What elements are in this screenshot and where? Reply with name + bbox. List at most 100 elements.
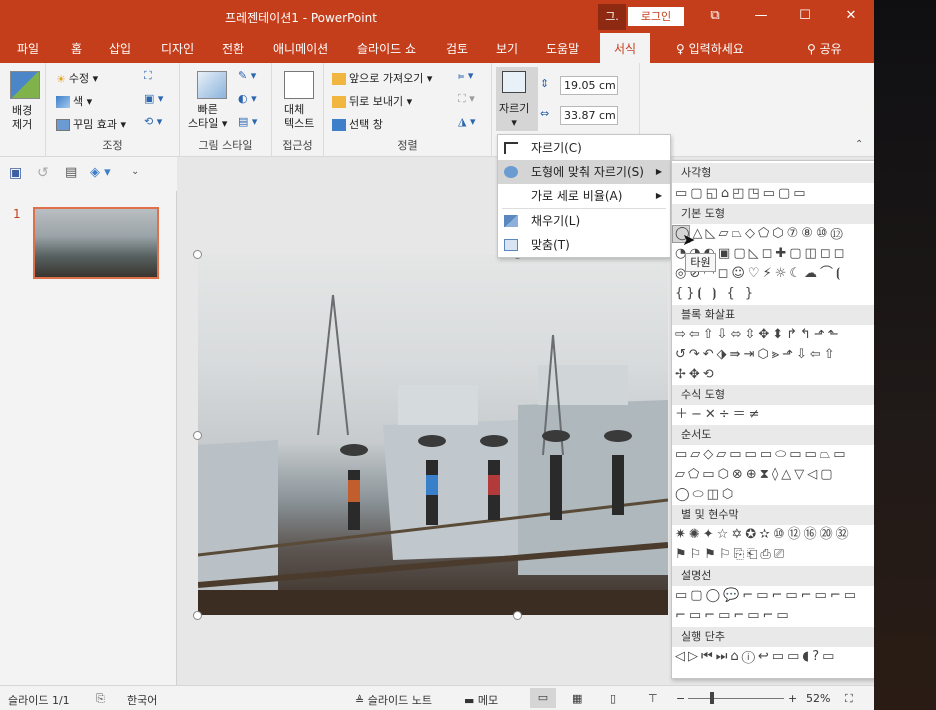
menu-fit[interactable]: 맞춤(T) bbox=[498, 233, 670, 257]
zoom-slider-thumb[interactable] bbox=[710, 692, 714, 704]
slide-number: 1 bbox=[13, 207, 21, 221]
slideshow-view-icon[interactable]: ⊤ bbox=[648, 692, 658, 705]
zoom-slider-track[interactable] bbox=[688, 698, 784, 699]
slide-counter: 슬라이드 1/1 bbox=[8, 694, 70, 707]
crop-icon bbox=[504, 142, 518, 154]
undo-icon[interactable]: ↺ bbox=[37, 165, 49, 181]
tab-transitions[interactable]: 전환 bbox=[222, 40, 244, 57]
picture-layout-icon[interactable]: ▤ ▾ bbox=[238, 115, 257, 128]
selection-pane-button[interactable]: 선택 창 bbox=[332, 116, 383, 132]
quick-styles-button[interactable]: 빠른 스타일 ▾ bbox=[188, 103, 227, 131]
shape-row-flow-2[interactable]: ▱⬠▭⬡⊗⊕⧗◊△▽◁▢ bbox=[675, 466, 836, 484]
shape-row-arrows-3[interactable]: ✢✥⟲ bbox=[675, 366, 717, 384]
notes-label: 슬라이드 노트 bbox=[367, 694, 432, 707]
artistic-effects-button[interactable]: 꾸밈 효과 ▾ bbox=[56, 116, 126, 132]
tab-review[interactable]: 검토 bbox=[446, 40, 468, 57]
shape-row-stars-2[interactable]: ⚑⚐⚑⚐⎘⎗⎙⎚ bbox=[675, 546, 787, 564]
remove-background-button[interactable]: 배경 제거 bbox=[12, 104, 32, 132]
tab-help[interactable]: 도움말 bbox=[546, 40, 579, 57]
tab-insert[interactable]: 삽입 bbox=[109, 40, 131, 57]
group-picture-styles-label: 그림 스타일 bbox=[198, 139, 253, 152]
shape-row-arrows-1[interactable]: ⇨⇦⇧⇩⬄⇳✥⬍↱↰⬏⬑ bbox=[675, 326, 842, 344]
crop-button[interactable]: 자르기 ▾ bbox=[499, 102, 529, 130]
shape-row-actions[interactable]: ◁▷⏮⏭⌂ⓘ↩▭▭◖?▭ bbox=[675, 648, 837, 666]
shape-row-flow-1[interactable]: ▭▱◇▱▭▭▭⬭▭▭⏢▭ bbox=[675, 446, 848, 464]
reset-picture-icon[interactable]: ⟲ ▾ bbox=[144, 115, 162, 128]
corrections-button[interactable]: ☀ 수정 ▾ bbox=[56, 70, 98, 86]
comments-button[interactable]: ▬ 메모 bbox=[464, 692, 498, 708]
collapse-ribbon-icon[interactable]: ⌃ bbox=[855, 139, 863, 150]
slide-thumbnail-pane: 1 bbox=[0, 191, 176, 685]
resize-handle-bl[interactable] bbox=[193, 611, 202, 620]
resize-handle-bm[interactable] bbox=[513, 611, 522, 620]
shape-row-basic-1[interactable]: ◯△◺▱⏢◇⬠⬡⑦⑧⑩⑫ bbox=[675, 225, 846, 243]
menu-aspect-ratio[interactable]: 가로 세로 비율(A) ▶ bbox=[498, 184, 670, 208]
normal-view-icon[interactable]: ▭ bbox=[530, 688, 556, 708]
bring-forward-button[interactable]: 앞으로 가져오기 ▾ bbox=[332, 70, 432, 86]
picture-effects-icon[interactable]: ◐ ▾ bbox=[238, 92, 257, 105]
spellcheck-icon[interactable]: ⎘ bbox=[96, 692, 105, 706]
rotate-icon[interactable]: ◮ ▾ bbox=[458, 115, 475, 128]
close-button[interactable]: ✕ bbox=[836, 6, 866, 26]
customize-qat-icon[interactable]: ⌄ bbox=[131, 166, 139, 177]
tell-me-box[interactable]: ♀ 입력하세요 bbox=[676, 40, 744, 57]
minimize-button[interactable]: — bbox=[746, 6, 776, 26]
change-picture-icon[interactable]: ▣ ▾ bbox=[144, 92, 163, 105]
picture-border-icon[interactable]: ✎ ▾ bbox=[238, 69, 256, 82]
send-backward-label: 뒤로 보내기 bbox=[349, 95, 404, 108]
photo-scene bbox=[198, 294, 668, 615]
user-badge[interactable]: 그. bbox=[598, 4, 626, 30]
tab-format[interactable]: 서식 bbox=[600, 33, 651, 63]
color-button[interactable]: 색 ▾ bbox=[56, 93, 92, 109]
notes-button[interactable]: ≜ 슬라이드 노트 bbox=[355, 692, 432, 708]
from-beginning-icon[interactable]: ▤ bbox=[65, 165, 77, 180]
login-button[interactable]: 로그인 bbox=[628, 7, 684, 26]
language-indicator[interactable]: 한국어 bbox=[127, 692, 157, 708]
tab-slideshow[interactable]: 슬라이드 쇼 bbox=[357, 40, 416, 57]
share-button[interactable]: ⚲ 공유 bbox=[807, 40, 842, 57]
height-icon: ⇕ bbox=[540, 77, 550, 90]
tab-view[interactable]: 보기 bbox=[496, 40, 518, 57]
shape-row-callouts-2[interactable]: ⌐▭⌐▭⌐▭⌐▭ bbox=[675, 607, 792, 625]
slide-sorter-icon[interactable]: ▦ bbox=[572, 692, 582, 705]
tab-file[interactable]: 파일 bbox=[17, 40, 39, 57]
selected-picture[interactable] bbox=[198, 255, 668, 615]
tab-design[interactable]: 디자인 bbox=[161, 40, 194, 57]
group-icon[interactable]: ⛶ ▾ bbox=[458, 92, 475, 106]
align-icon[interactable]: ⫢ ▾ bbox=[458, 69, 473, 83]
group-adjust-label: 조정 bbox=[102, 139, 123, 152]
shape-row-math[interactable]: ＋−✕÷＝≠ bbox=[675, 406, 763, 424]
alt-text-button[interactable]: 대체 텍스트 bbox=[284, 103, 314, 131]
zoom-in-button[interactable]: + bbox=[788, 692, 797, 705]
shape-row-arrows-2[interactable]: ↺↷↶⬗⇛⇥⬡⪢⬏⇩⇦⇧ bbox=[675, 346, 838, 364]
menu-crop[interactable]: 자르기(C) bbox=[498, 136, 670, 160]
resize-handle-tl[interactable] bbox=[193, 250, 202, 259]
shape-row-rectangles[interactable]: ▭▢◱⌂◰◳▭▢▭ bbox=[675, 185, 809, 203]
shape-row-callouts-1[interactable]: ▭▢◯💬⌐▭⌐▭⌐▭⌐▭ bbox=[675, 587, 859, 605]
tab-animations[interactable]: 애니메이션 bbox=[273, 40, 328, 57]
height-field[interactable]: 19.05 cm bbox=[560, 76, 618, 95]
menu-fill[interactable]: 채우기(L) bbox=[498, 209, 670, 233]
shapes-icon[interactable]: ◈ ▾ bbox=[90, 165, 111, 180]
menu-crop-to-shape[interactable]: 도형에 맞춰 자르기(S) ▶ bbox=[498, 160, 670, 184]
zoom-level[interactable]: 52% bbox=[806, 692, 830, 705]
shape-row-stars-1[interactable]: ✷✺✦☆✡✪✫⑩⑫⑯⑳㉜ bbox=[675, 526, 852, 544]
sun-icon: ☀ bbox=[56, 73, 66, 86]
shape-row-flow-3[interactable]: ◯⬭◫⬡ bbox=[675, 486, 736, 504]
zoom-out-button[interactable]: − bbox=[676, 692, 685, 705]
save-icon[interactable]: ▣ bbox=[9, 165, 22, 181]
resize-handle-ml[interactable] bbox=[193, 431, 202, 440]
maximize-button[interactable]: ☐ bbox=[790, 6, 820, 26]
ribbon-tabs: 파일 홈 삽입 디자인 전환 애니메이션 슬라이드 쇼 검토 보기 도움말 서식… bbox=[0, 33, 874, 63]
width-field[interactable]: 33.87 cm bbox=[560, 106, 618, 125]
alt-text-label-1: 대체 bbox=[284, 103, 305, 116]
artistic-label: 꾸밈 효과 bbox=[73, 118, 117, 131]
send-backward-button[interactable]: 뒤로 보내기 ▾ bbox=[332, 93, 412, 109]
tab-home[interactable]: 홈 bbox=[71, 40, 82, 57]
shape-row-basic-4[interactable]: {}⦗ ⦘ { } bbox=[675, 285, 756, 303]
ribbon-display-button[interactable]: ⧉ bbox=[700, 6, 730, 26]
slide-thumbnail[interactable] bbox=[33, 207, 159, 279]
fit-slide-icon[interactable]: ⛶ bbox=[845, 692, 853, 706]
reading-view-icon[interactable]: ▯ bbox=[610, 692, 616, 705]
compress-pictures-icon[interactable]: ⛶ bbox=[144, 69, 152, 83]
